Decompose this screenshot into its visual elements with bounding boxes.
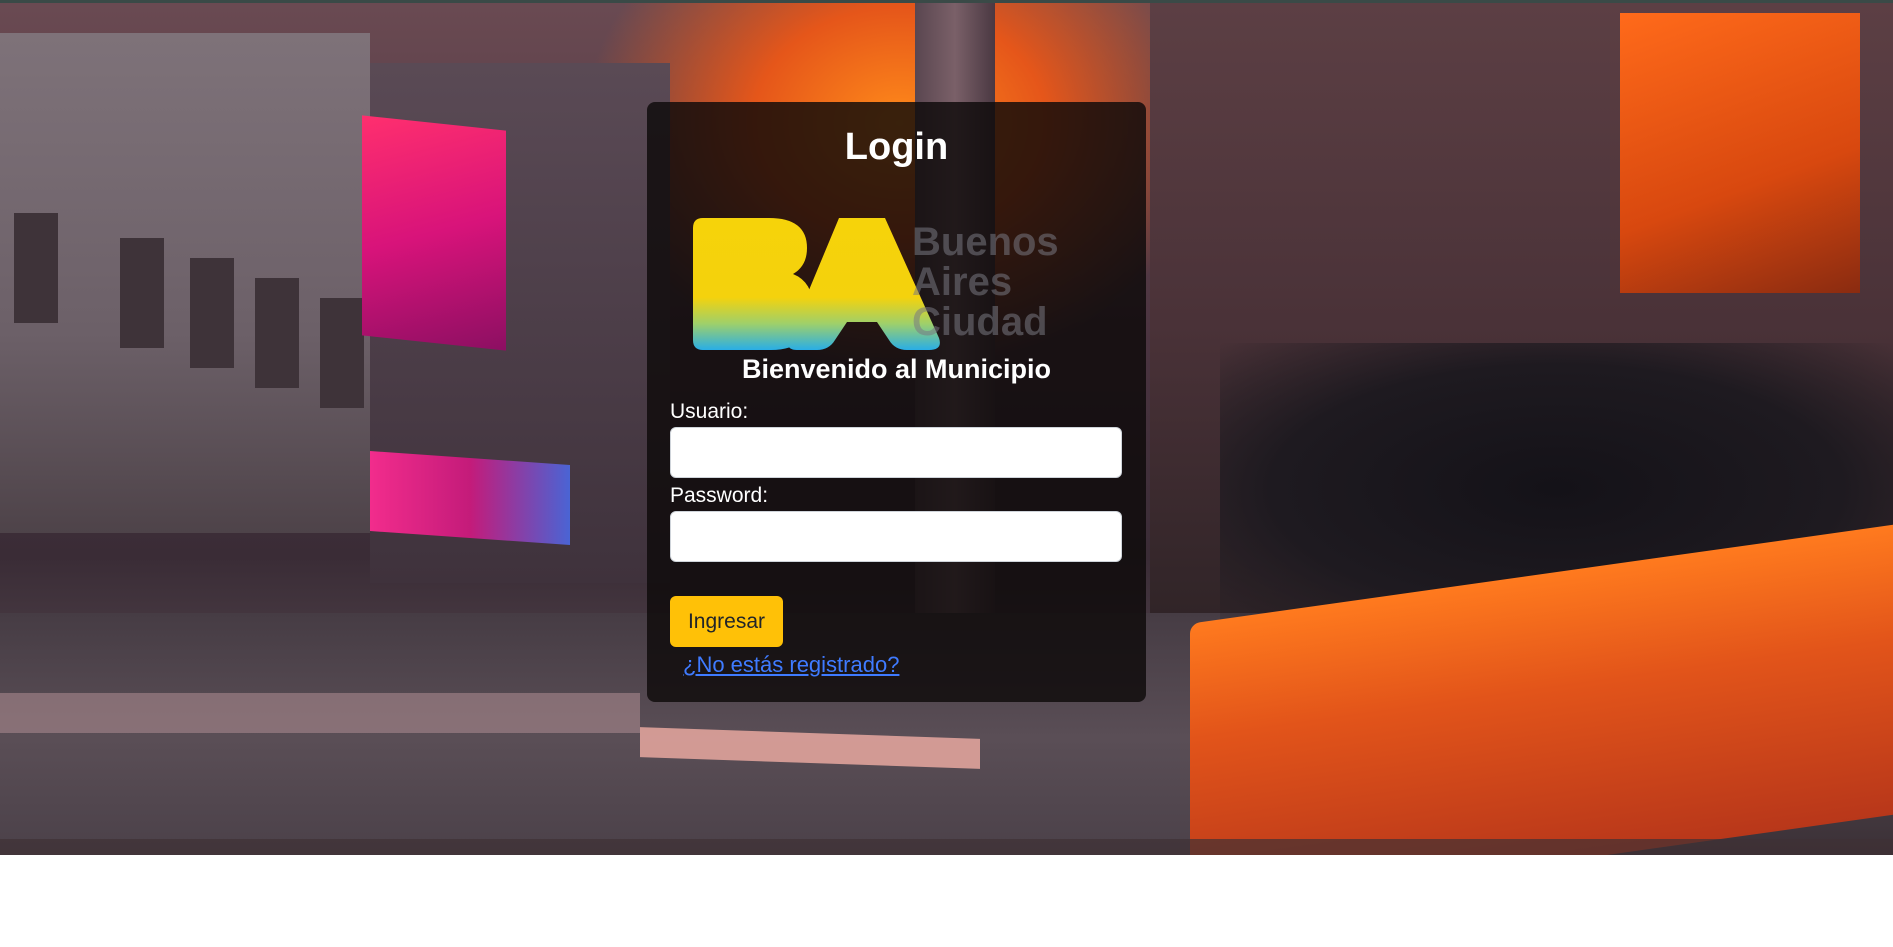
hero-bottom-band [0,839,1893,855]
orange-facade [1620,13,1860,293]
welcome-text: Bienvenido al Municipio [741,354,1052,384]
logo-wordmark: Buenos Aires Ciudad [912,220,1059,344]
password-label: Password: [670,484,769,507]
billboard-lower [370,451,570,545]
login-card: Login Buenos Aires Ciudad Bienvenido al … [647,102,1146,702]
road-marking [0,693,640,733]
login-title: Login [844,126,949,168]
password-input[interactable] [670,511,1122,562]
username-label: Usuario: [670,400,749,423]
left-building [0,33,370,533]
register-link[interactable]: ¿No estás registrado? [683,652,899,678]
login-button[interactable]: Ingresar [670,596,783,647]
username-input[interactable] [670,427,1122,478]
billboard [362,115,506,351]
